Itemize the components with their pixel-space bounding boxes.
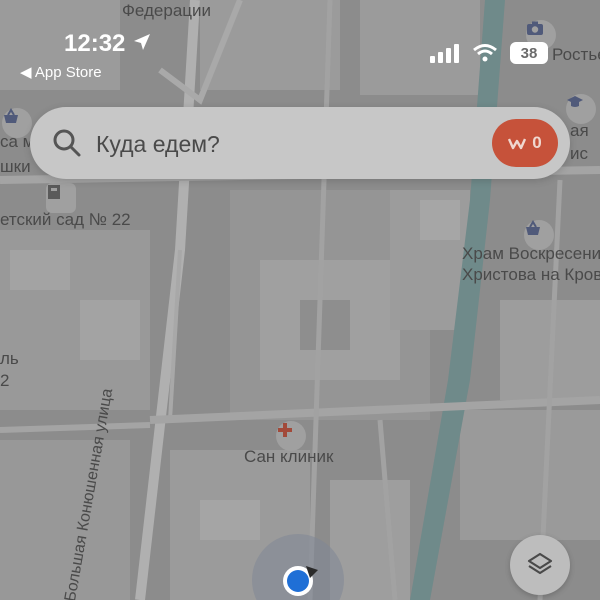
battery-indicator: 38 bbox=[510, 42, 548, 64]
promo-icon bbox=[508, 138, 527, 150]
layers-icon bbox=[527, 552, 553, 575]
map-label-temple-line2: Христова на Кров bbox=[462, 265, 600, 284]
poi-temple-icon[interactable] bbox=[524, 220, 554, 250]
status-time: 12:32 bbox=[64, 30, 152, 58]
map-view[interactable]: Федерации етский сад № 22 са м шки ль 2 … bbox=[0, 0, 600, 600]
map-layers-button[interactable] bbox=[510, 535, 570, 595]
poi-clinic-icon[interactable] bbox=[276, 421, 306, 451]
status-time-text: 12:32 bbox=[64, 30, 126, 57]
map-label-left-fragment-2: шки bbox=[0, 157, 31, 176]
map-label-right-fragment-2: ис bbox=[570, 144, 588, 163]
heading-arrow-icon bbox=[306, 566, 318, 578]
basket-icon bbox=[4, 108, 18, 123]
wifi-icon bbox=[473, 44, 497, 62]
graduation-cap-icon bbox=[567, 96, 583, 107]
map-label-federation: Федерации bbox=[122, 1, 212, 20]
location-arrow-icon bbox=[134, 34, 151, 50]
kindergarten-icon bbox=[48, 185, 60, 199]
status-indicators: 38 bbox=[430, 42, 548, 64]
cross-icon bbox=[278, 423, 292, 437]
map-label-right-fragment-1: ая bbox=[570, 121, 589, 140]
back-to-app-store-link[interactable]: ◀ App Store bbox=[20, 63, 102, 81]
promo-points-value: 0 bbox=[532, 133, 542, 152]
camera-icon bbox=[527, 21, 543, 35]
map-label-left-fragment-3: ль bbox=[0, 349, 19, 368]
poi-basket-icon[interactable] bbox=[2, 108, 32, 138]
map-label-left-fragment-4: 2 bbox=[0, 371, 10, 390]
poi-university-icon[interactable] bbox=[566, 94, 596, 124]
map-label-kindergarten: етский сад № 22 bbox=[0, 210, 131, 229]
promo-points-button[interactable]: 0 bbox=[492, 119, 558, 167]
search-placeholder: Куда едем? bbox=[96, 131, 220, 157]
signal-icon bbox=[430, 44, 459, 63]
search-icon bbox=[53, 129, 81, 157]
basket-icon bbox=[526, 220, 540, 235]
poi-school-icon[interactable] bbox=[46, 183, 76, 213]
map-label-top-right: Ростье bbox=[552, 45, 600, 64]
